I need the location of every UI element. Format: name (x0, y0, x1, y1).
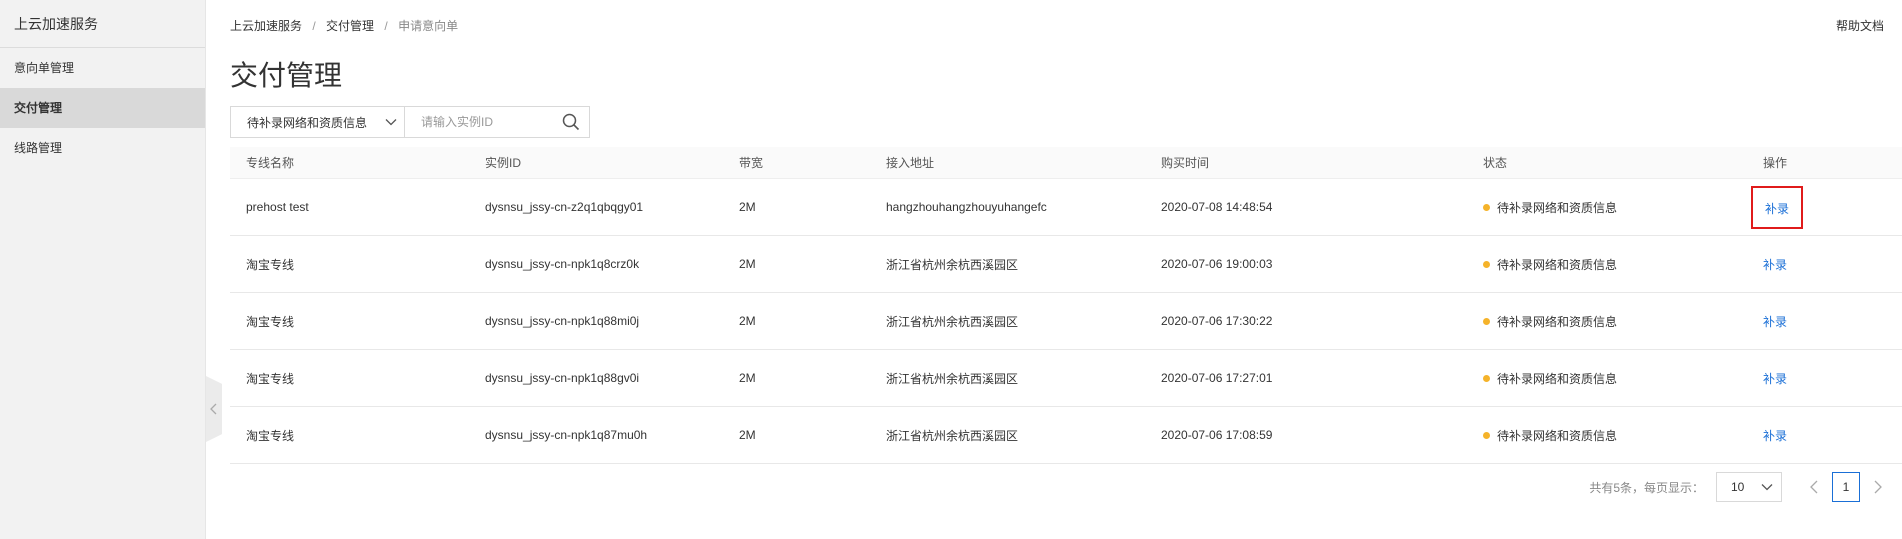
cell-status: 待补录网络和资质信息 (1467, 199, 1747, 216)
status-text: 待补录网络和资质信息 (1497, 428, 1618, 443)
cell-status: 待补录网络和资质信息 (1467, 427, 1747, 444)
highlight-box: 补录 (1751, 185, 1804, 229)
table-row: 淘宝专线 dysnsu_jssy-cn-npk1q87mu0h 2M 浙江省杭州… (230, 407, 1902, 464)
cell-name: 淘宝专线 (246, 314, 295, 329)
status-text: 待补录网络和资质信息 (1497, 200, 1618, 215)
chevron-right-icon (1874, 480, 1882, 494)
supplement-button[interactable]: 补录 (1763, 315, 1787, 329)
cell-status: 待补录网络和资质信息 (1467, 313, 1747, 330)
page-size-value: 10 (1731, 480, 1745, 494)
cell-name: 淘宝专线 (246, 257, 295, 272)
chevron-left-icon (210, 403, 217, 415)
supplement-button[interactable]: 补录 (1763, 372, 1787, 386)
cell-status: 待补录网络和资质信息 (1467, 256, 1747, 273)
prev-page-button[interactable] (1800, 472, 1828, 502)
status-filter-value: 待补录网络和资质信息 (247, 115, 368, 130)
cell-purchase-time: 2020-07-06 17:27:01 (1161, 371, 1273, 385)
cell-bandwidth: 2M (739, 257, 756, 271)
status-dot-icon (1483, 260, 1490, 268)
sidebar-item-delivery[interactable]: 交付管理 (0, 88, 205, 128)
page-title: 交付管理 (230, 60, 343, 91)
column-header-address: 接入地址 (886, 156, 935, 170)
next-page-button[interactable] (1864, 472, 1892, 502)
supplement-button[interactable]: 补录 (1763, 429, 1787, 443)
chevron-down-icon (378, 118, 404, 126)
search-icon[interactable] (555, 113, 587, 131)
cell-action: 补录 (1747, 427, 1902, 444)
breadcrumb-item-delivery[interactable]: 交付管理 (326, 19, 374, 33)
cell-address: 浙江省杭州余杭西溪园区 (886, 314, 1019, 329)
cell-instance-id: dysnsu_jssy-cn-npk1q88mi0j (485, 314, 640, 328)
column-header-bandwidth: 带宽 (739, 156, 764, 170)
table-row: 淘宝专线 dysnsu_jssy-cn-npk1q8crz0k 2M 浙江省杭州… (230, 236, 1902, 293)
cell-instance-id: dysnsu_jssy-cn-npk1q88gv0i (485, 371, 640, 385)
supplement-button[interactable]: 补录 (1763, 258, 1787, 272)
page-size-select[interactable]: 10 (1716, 472, 1782, 502)
instance-search-input[interactable] (405, 108, 555, 136)
help-docs-link[interactable]: 帮助文档 (1836, 17, 1884, 34)
sidebar-item-lines[interactable]: 线路管理 (0, 128, 205, 168)
delivery-table: 专线名称 实例ID 带宽 接入地址 购买时间 状态 操作 prehost tes… (230, 147, 1902, 464)
cell-address: 浙江省杭州余杭西溪园区 (886, 371, 1019, 386)
main-content: 上云加速服务 / 交付管理 / 申请意向单 帮助文档 交付管理 待补录网络和资质… (230, 0, 1902, 539)
sidebar-item-intent-orders[interactable]: 意向单管理 (0, 48, 205, 88)
cell-status: 待补录网络和资质信息 (1467, 370, 1747, 387)
column-header-action: 操作 (1763, 156, 1788, 170)
sidebar-brand: 上云加速服务 (0, 0, 205, 48)
sidebar-collapse-handle[interactable] (206, 376, 222, 442)
column-header-instance-id: 实例ID (485, 156, 522, 170)
cell-address: 浙江省杭州余杭西溪园区 (886, 428, 1019, 443)
cell-name: prehost test (246, 200, 309, 214)
cell-action: 补录 (1747, 185, 1902, 229)
cell-bandwidth: 2M (739, 428, 756, 442)
cell-purchase-time: 2020-07-08 14:48:54 (1161, 200, 1273, 214)
breadcrumb-separator: / (384, 19, 388, 33)
cell-bandwidth: 2M (739, 314, 756, 328)
instance-search-box (405, 107, 589, 137)
table-row: 淘宝专线 dysnsu_jssy-cn-npk1q88gv0i 2M 浙江省杭州… (230, 350, 1902, 407)
chevron-down-icon (1761, 484, 1773, 491)
status-text: 待补录网络和资质信息 (1497, 371, 1618, 386)
page-number-button[interactable]: 1 (1832, 472, 1860, 502)
breadcrumb-separator: / (312, 19, 316, 33)
table-row: prehost test dysnsu_jssy-cn-z2q1qbqgy01 … (230, 179, 1902, 236)
status-dot-icon (1483, 317, 1490, 325)
supplement-button[interactable]: 补录 (1765, 202, 1789, 216)
status-dot-icon (1483, 431, 1490, 439)
cell-instance-id: dysnsu_jssy-cn-z2q1qbqgy01 (485, 200, 644, 214)
status-dot-icon (1483, 203, 1490, 211)
cell-action: 补录 (1747, 313, 1902, 330)
table-row: 淘宝专线 dysnsu_jssy-cn-npk1q88mi0j 2M 浙江省杭州… (230, 293, 1902, 350)
pagination: 共有5条，每页显示： 10 1 (1589, 472, 1892, 502)
cell-purchase-time: 2020-07-06 17:30:22 (1161, 314, 1273, 328)
status-text: 待补录网络和资质信息 (1497, 314, 1618, 329)
table-header: 专线名称 实例ID 带宽 接入地址 购买时间 状态 操作 (230, 147, 1902, 179)
column-header-name: 专线名称 (246, 156, 295, 170)
cell-purchase-time: 2020-07-06 17:08:59 (1161, 428, 1273, 442)
status-filter-select[interactable]: 待补录网络和资质信息 (231, 107, 405, 137)
cell-purchase-time: 2020-07-06 19:00:03 (1161, 257, 1273, 271)
cell-bandwidth: 2M (739, 200, 756, 214)
cell-bandwidth: 2M (739, 371, 756, 385)
column-header-status: 状态 (1483, 156, 1508, 170)
cell-instance-id: dysnsu_jssy-cn-npk1q87mu0h (485, 428, 648, 442)
status-text: 待补录网络和资质信息 (1497, 257, 1618, 272)
cell-action: 补录 (1747, 370, 1902, 387)
filter-bar: 待补录网络和资质信息 (230, 106, 590, 138)
cell-instance-id: dysnsu_jssy-cn-npk1q8crz0k (485, 257, 640, 271)
cell-address: hangzhouhangzhouyuhangefc (886, 200, 1047, 214)
breadcrumb-item-current: 申请意向单 (398, 19, 459, 33)
pagination-total: 共有5条，每页显示： (1589, 480, 1704, 495)
breadcrumb-item-root[interactable]: 上云加速服务 (230, 19, 302, 33)
column-header-purchase-time: 购买时间 (1161, 156, 1210, 170)
cell-name: 淘宝专线 (246, 428, 295, 443)
breadcrumb: 上云加速服务 / 交付管理 / 申请意向单 (230, 17, 458, 34)
cell-action: 补录 (1747, 256, 1902, 273)
sidebar: 上云加速服务 意向单管理 交付管理 线路管理 (0, 0, 206, 539)
cell-address: 浙江省杭州余杭西溪园区 (886, 257, 1019, 272)
cell-name: 淘宝专线 (246, 371, 295, 386)
chevron-left-icon (1810, 480, 1818, 494)
status-dot-icon (1483, 374, 1490, 382)
